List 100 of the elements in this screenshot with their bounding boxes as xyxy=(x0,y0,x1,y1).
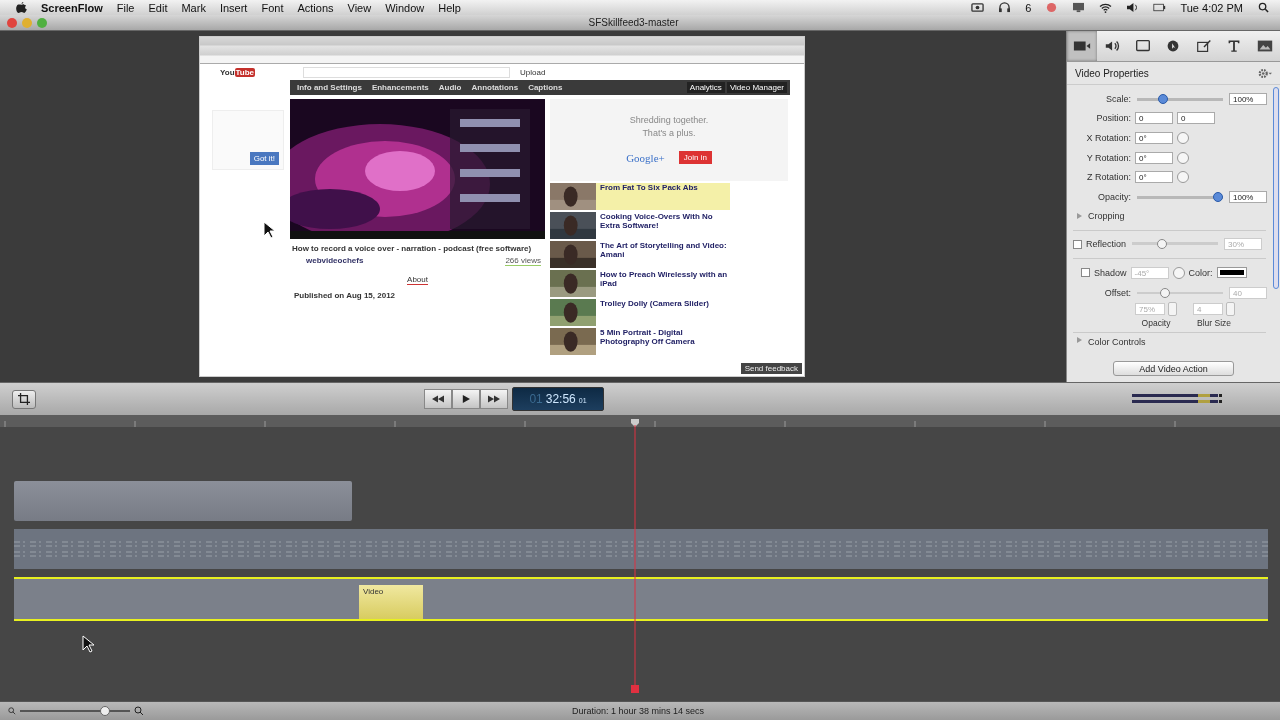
related-video[interactable]: How to Preach Wirelessly with an iPad xyxy=(550,270,730,297)
inspector-tab[interactable] xyxy=(1067,31,1098,61)
menu-item[interactable]: Mark xyxy=(181,1,206,14)
field-label: Opacity xyxy=(1141,318,1171,329)
video-title: How to record a voice over - narration - podcast (free software) xyxy=(291,243,533,253)
slider-thumb[interactable] xyxy=(1157,239,1168,250)
ad-brand: Google+ xyxy=(626,151,665,164)
feedback-button[interactable]: Send feedback xyxy=(740,363,802,374)
slider-thumb[interactable] xyxy=(1159,287,1170,298)
checkbox-label: Reflection xyxy=(1086,239,1127,250)
rotation-field[interactable]: 0° xyxy=(1135,132,1173,144)
checkbox[interactable] xyxy=(1073,239,1082,249)
playhead[interactable] xyxy=(630,419,640,693)
search-icon[interactable] xyxy=(1257,2,1270,13)
duration-text: Duration: 1 hour 38 mins 14 secs xyxy=(572,706,705,716)
cropping-section[interactable]: Cropping xyxy=(1067,206,1272,226)
related-video[interactable]: The Art of Storytelling and Video: Amani xyxy=(550,241,730,268)
nav-tab[interactable]: Captions xyxy=(524,83,567,92)
display-icon[interactable] xyxy=(1072,2,1086,13)
ball-icon[interactable] xyxy=(1045,2,1059,13)
timeline-clip[interactable] xyxy=(14,481,352,521)
audio-clip[interactable] xyxy=(14,529,1268,569)
volume-icon[interactable] xyxy=(1126,2,1140,13)
pencil-icon xyxy=(1194,39,1213,53)
scale-field[interactable]: 100% xyxy=(1229,92,1267,105)
menu-item[interactable]: View xyxy=(347,1,372,14)
photo-icon xyxy=(1255,39,1274,53)
color-section[interactable]: Color Controls xyxy=(1067,337,1272,346)
related-video[interactable]: 5 Min Portrait - Digital Photography Off Camera xyxy=(550,328,730,355)
nav-button[interactable]: Video Manager xyxy=(726,82,787,93)
field-label: Scale: xyxy=(1105,93,1131,104)
rotation-field[interactable]: 0° xyxy=(1135,151,1173,164)
menu-item[interactable]: File xyxy=(116,1,135,14)
related-video[interactable]: Trolley Dolly (Camera Slider) xyxy=(550,299,730,326)
field-label: Position: xyxy=(1095,113,1131,124)
publish-date: Published on Aug 15, 2012 xyxy=(293,291,397,300)
window-title: SFSkillfeed3-master xyxy=(587,17,680,28)
status-count[interactable]: 6 xyxy=(1025,1,1032,14)
checkbox-label: Shadow xyxy=(1094,267,1127,278)
opacity-field[interactable]: 100% xyxy=(1229,190,1267,203)
view-count: 266 views xyxy=(505,256,541,266)
pointer-icon xyxy=(82,635,94,653)
checkbox[interactable] xyxy=(1081,268,1090,278)
close-button[interactable] xyxy=(7,17,17,28)
menu-item[interactable]: Font xyxy=(261,1,284,14)
speaker-icon xyxy=(1103,39,1122,53)
got-it-button[interactable]: Got it! xyxy=(249,152,279,165)
nav-tab[interactable]: Enhancements xyxy=(367,83,433,92)
zoom-in-icon[interactable] xyxy=(134,706,144,716)
play-icon xyxy=(460,395,472,403)
monitor-icon xyxy=(1134,39,1153,53)
menu-item[interactable]: Window xyxy=(385,1,425,14)
rewind-button[interactable] xyxy=(424,389,452,409)
channel-name[interactable]: webvideochefs xyxy=(306,256,364,266)
upload-button[interactable]: Upload xyxy=(520,67,546,77)
menu-item[interactable]: Insert xyxy=(219,1,248,14)
ad-text: Shredding together. xyxy=(629,115,709,125)
video-preview[interactable] xyxy=(199,36,805,377)
field-label: Color: xyxy=(1188,267,1213,278)
menu-item[interactable]: Edit xyxy=(148,1,168,14)
zoom-out-icon[interactable] xyxy=(8,707,16,715)
related-video[interactable]: Cooking Voice-Overs With No Extra Software! xyxy=(550,212,730,239)
nav-tab[interactable]: Annotations xyxy=(467,83,523,92)
position-x-field[interactable]: 0 xyxy=(1135,112,1173,125)
slider-thumb[interactable] xyxy=(1158,93,1169,104)
related-video[interactable]: From Fat To Six Pack Abs xyxy=(550,183,730,210)
slider-thumb[interactable] xyxy=(100,706,110,716)
about-tab[interactable]: About xyxy=(407,275,428,285)
menu-item[interactable]: Actions xyxy=(297,1,334,14)
rotation-field[interactable]: 0° xyxy=(1135,171,1173,184)
play-button[interactable] xyxy=(452,389,480,409)
headphones-icon[interactable] xyxy=(998,2,1012,13)
position-y-field[interactable]: 0 xyxy=(1177,112,1215,125)
fast-forward-button[interactable] xyxy=(480,389,508,409)
timecode-time: 32:56 xyxy=(545,391,576,408)
field-label: Opacity: xyxy=(1097,191,1131,202)
timecode-hours: 01 xyxy=(529,391,543,408)
crop-button[interactable] xyxy=(12,389,36,409)
selected-track[interactable]: Video xyxy=(14,577,1268,621)
field-label: Z Rotation: xyxy=(1085,172,1131,183)
wifi-icon[interactable] xyxy=(1099,2,1113,13)
slider-thumb[interactable] xyxy=(1213,191,1223,202)
settings-icon[interactable] xyxy=(1258,67,1272,79)
nav-tab[interactable]: Info and Settings xyxy=(293,83,366,92)
apple-icon[interactable] xyxy=(16,1,27,14)
rewind-icon xyxy=(432,395,444,403)
section-label: Color Controls xyxy=(1088,337,1146,346)
field-label: X Rotation: xyxy=(1085,133,1131,143)
join-button[interactable]: Join in xyxy=(678,151,712,164)
menu-clock[interactable]: Tue 4:02 PM xyxy=(1180,1,1243,14)
menu-item[interactable]: Help xyxy=(438,1,461,14)
video-clip[interactable]: Video xyxy=(359,585,423,619)
camera-icon[interactable] xyxy=(971,2,985,13)
nav-button[interactable]: Analytics xyxy=(686,82,725,93)
search-field[interactable] xyxy=(303,66,511,78)
field-label: Blur Size xyxy=(1197,318,1231,329)
add-action-button[interactable]: Add Video Action xyxy=(1113,361,1234,376)
app-menu[interactable]: ScreenFlow xyxy=(41,1,103,14)
nav-tab[interactable]: Audio xyxy=(434,83,466,92)
battery-icon[interactable] xyxy=(1153,2,1167,13)
